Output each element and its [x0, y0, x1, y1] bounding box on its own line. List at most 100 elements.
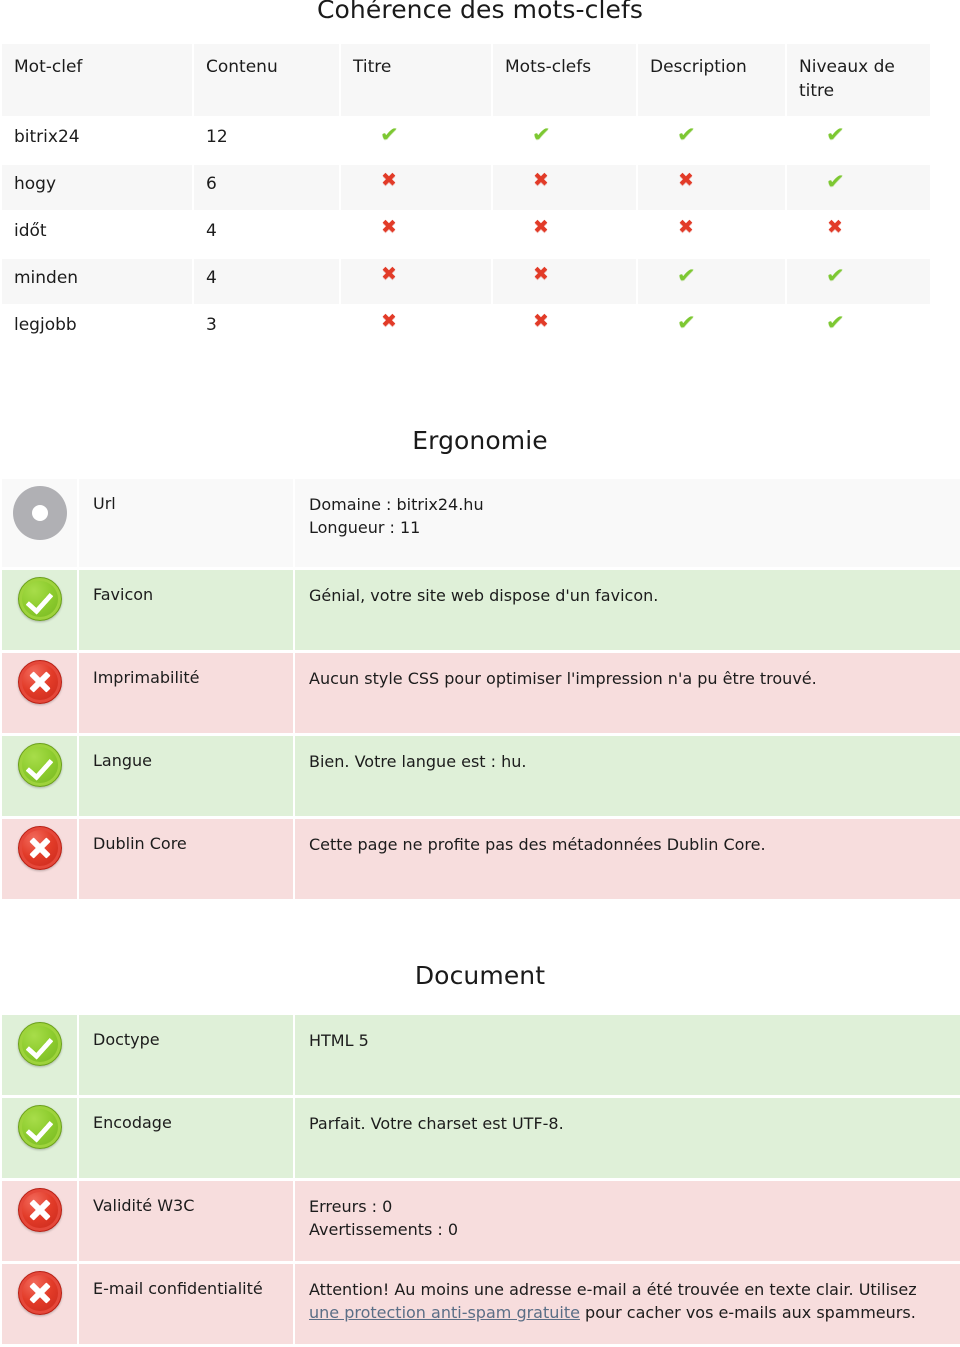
detail-line: Avertissements : 0: [309, 1219, 459, 1239]
content-count-cell: 12: [194, 117, 339, 163]
criterion-detail: Génial, votre site web dispose d'un favi…: [295, 570, 960, 651]
keyword-cell: hogy: [2, 164, 192, 210]
column-header-mots-clefs: Mots-clefs: [493, 43, 636, 116]
detail-line: HTML 5: [309, 1030, 369, 1050]
title-spacer-2: [0, 990, 960, 1012]
keywords-section-title: Cohérence des mots-clefs: [316, 0, 644, 24]
titre-status-cell: ✖: [341, 164, 491, 210]
criterion-label: Imprimabilité: [79, 653, 293, 734]
description-status-cell: ✖: [638, 164, 785, 210]
result-row: Imprimabilité Aucun style CSS pour optimi…: [2, 653, 960, 734]
cross-icon: ✖: [381, 262, 397, 285]
niveaux-de-titre-status-cell: ✔: [787, 117, 930, 163]
mots-clefs-status-cell: ✖: [493, 164, 636, 210]
result-row: Favicon Génial, votre site web dispose d'…: [2, 570, 960, 651]
titre-status-cell: ✖: [341, 305, 491, 351]
content-count-cell: 6: [194, 164, 339, 210]
detail-text-before-link: Attention! Au moins une adresse e-mail a…: [309, 1279, 917, 1299]
check-icon: ✔: [825, 309, 846, 334]
criterion-label: Dublin Core: [79, 819, 293, 900]
result-row-email-confidentiality: E-mail confidentialité Attention! Au moin…: [2, 1263, 960, 1344]
niveaux-de-titre-status-cell: ✔: [787, 164, 930, 210]
table-row: legjobb 3 ✖ ✖ ✔ ✔: [2, 305, 930, 351]
keyword-cell: legjobb: [2, 305, 192, 351]
keyword-consistency-table: Mot-clef Contenu Titre Mots-clefs Descri…: [0, 42, 932, 353]
description-status-cell: ✔: [638, 117, 785, 163]
criterion-label: Encodage: [79, 1097, 293, 1178]
cross-icon: ✖: [533, 168, 549, 191]
criterion-label: Doctype: [79, 1014, 293, 1095]
cross-icon: ✖: [678, 168, 694, 191]
status-badge: [2, 819, 77, 900]
status-badge: [2, 1014, 77, 1095]
cross-icon: ✖: [381, 168, 397, 191]
title-spacer: [0, 454, 960, 476]
titre-status-cell: ✖: [341, 258, 491, 304]
result-row: Doctype HTML 5: [2, 1014, 960, 1095]
criterion-label: Langue: [79, 736, 293, 817]
check-icon: ✔: [825, 121, 846, 146]
niveaux-de-titre-status-cell: ✔: [787, 258, 930, 304]
check-icon: ✔: [379, 121, 400, 146]
criterion-detail: HTML 5: [295, 1014, 960, 1095]
green-check-circle-icon: [17, 1104, 62, 1149]
result-row: Encodage Parfait. Votre charset est UTF-8…: [2, 1097, 960, 1178]
status-badge: [2, 736, 77, 817]
check-icon: ✔: [676, 121, 697, 146]
green-check-circle-icon: [17, 743, 62, 788]
green-check-circle-icon: [17, 1021, 62, 1066]
description-status-cell: ✔: [638, 305, 785, 351]
column-header-niveaux: Niveaux de titre: [787, 43, 930, 116]
status-badge: [2, 1097, 77, 1178]
check-icon: ✔: [676, 309, 697, 334]
grey-disc-icon: [12, 486, 67, 541]
ergonomie-table: Url Domaine : bitrix24.hu Longueur : 11 Fav…: [0, 476, 960, 902]
detail-text-after-link: pour cacher vos e-mails aux spammeurs.: [579, 1302, 916, 1322]
table-header-row: Mot-clef Contenu Titre Mots-clefs Descri…: [2, 43, 930, 116]
result-row: Validité W3C Erreurs : 0 Avertissements : …: [2, 1180, 960, 1261]
cross-icon: ✖: [827, 215, 843, 238]
criterion-detail: Erreurs : 0 Avertissements : 0: [295, 1180, 960, 1261]
criterion-label: Validité W3C: [79, 1180, 293, 1261]
cross-icon: ✖: [381, 309, 397, 332]
column-header-contenu: Contenu: [194, 43, 339, 116]
criterion-detail: Attention! Au moins une adresse e-mail a…: [295, 1263, 960, 1344]
mots-clefs-status-cell: ✖: [493, 305, 636, 351]
check-icon: ✔: [676, 262, 697, 287]
check-icon: ✔: [825, 168, 846, 193]
cross-icon: ✖: [533, 309, 549, 332]
table-row: hogy 6 ✖ ✖ ✖ ✔: [2, 164, 930, 210]
detail-line: Génial, votre site web dispose d'un favi…: [309, 586, 659, 606]
red-cross-circle-icon: [17, 1187, 62, 1232]
mots-clefs-status-cell: ✔: [493, 117, 636, 163]
keyword-cell: időt: [2, 211, 192, 257]
content-count-cell: 4: [194, 211, 339, 257]
column-header-titre: Titre: [341, 43, 491, 116]
section-spacer-2: [0, 902, 960, 962]
detail-line: Cette page ne profite pas des métadonnée…: [309, 835, 766, 855]
cross-icon: ✖: [533, 215, 549, 238]
niveaux-de-titre-status-cell: ✖: [787, 211, 930, 257]
anti-spam-protection-link[interactable]: une protection anti-spam gratuite: [309, 1303, 580, 1322]
keyword-cell: minden: [2, 258, 192, 304]
status-badge: [2, 1180, 77, 1261]
status-badge: [2, 1263, 77, 1344]
criterion-detail: Domaine : bitrix24.hu Longueur : 11: [295, 479, 960, 568]
result-row: Dublin Core Cette page ne profite pas des…: [2, 819, 960, 900]
criterion-label: Favicon: [79, 570, 293, 651]
detail-line: Aucun style CSS pour optimiser l'impress…: [309, 669, 817, 689]
red-cross-circle-icon: [17, 660, 62, 705]
criterion-detail: Cette page ne profite pas des métadonnée…: [295, 819, 960, 900]
green-check-circle-icon: [17, 577, 62, 622]
detail-line: Domaine : bitrix24.hu: [309, 495, 484, 515]
cross-icon: ✖: [678, 215, 694, 238]
check-icon: ✔: [825, 262, 846, 287]
column-header-mot-clef: Mot-clef: [2, 43, 192, 116]
detail-line: Bien. Votre langue est : hu.: [309, 752, 527, 772]
detail-line: Erreurs : 0: [309, 1196, 393, 1216]
ergonomie-section-title: Ergonomie: [412, 425, 548, 455]
criterion-detail: Aucun style CSS pour optimiser l'impress…: [295, 653, 960, 734]
result-row: Url Domaine : bitrix24.hu Longueur : 11: [2, 479, 960, 568]
mots-clefs-status-cell: ✖: [493, 258, 636, 304]
